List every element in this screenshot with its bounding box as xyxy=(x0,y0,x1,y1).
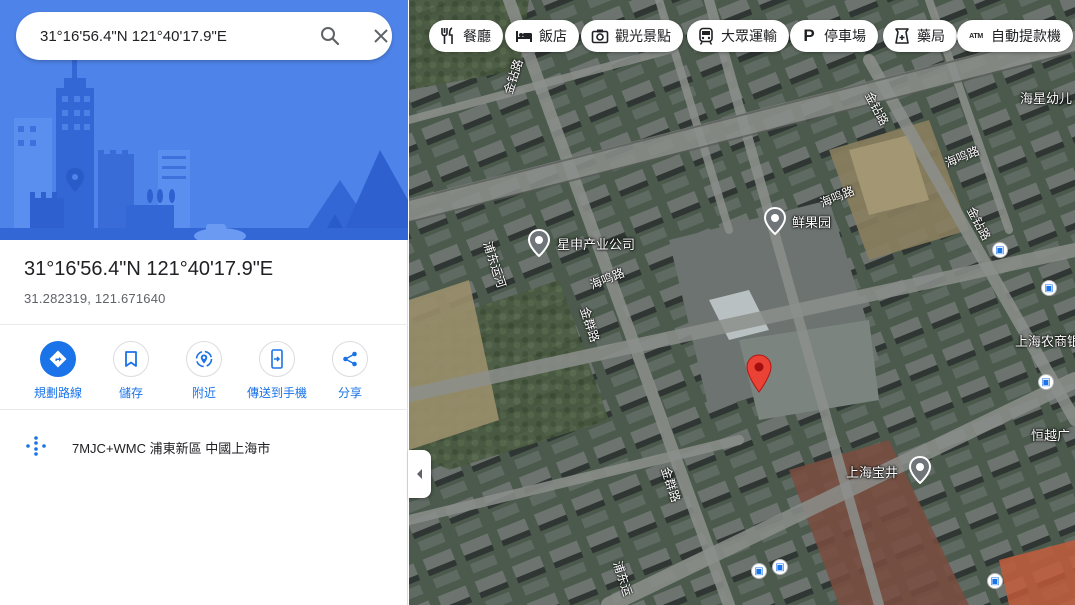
send-to-phone-label: 傳送到手機 xyxy=(246,386,307,400)
side-panel: 31°16'56.4"N 121°40'17.9"E 31.282319, 12… xyxy=(0,0,408,605)
poi-label[interactable]: 鲜果园 xyxy=(792,212,831,231)
bus-stop-icon[interactable]: ▣ xyxy=(1041,280,1057,296)
bus-stop-icon[interactable]: ▣ xyxy=(992,242,1008,258)
share-icon xyxy=(332,341,368,377)
chip-label: 飯店 xyxy=(539,28,567,44)
chip-transit[interactable]: 大眾運輸 xyxy=(687,20,789,52)
nearby-label: 附近 xyxy=(191,386,216,400)
parking-icon: P xyxy=(803,26,815,45)
save-label: 儲存 xyxy=(118,386,143,400)
chip-attractions[interactable]: 觀光景點 xyxy=(581,20,683,52)
decimal-coordinates: 31.282319, 121.671640 xyxy=(24,291,166,306)
place-title: 31°16'56.4"N 121°40'17.9"E xyxy=(24,258,274,280)
chip-pharmacy[interactable]: 藥局 xyxy=(883,20,957,52)
chevron-left-icon xyxy=(416,469,422,479)
search-box xyxy=(16,12,392,60)
transit-icon xyxy=(697,27,715,45)
poi-marker-icon[interactable] xyxy=(763,207,787,235)
chip-atm[interactable]: ATM 自動提款機 xyxy=(957,20,1073,52)
send-to-phone-icon xyxy=(259,341,295,377)
chip-label: 停車場 xyxy=(824,28,866,44)
pharmacy-icon xyxy=(893,27,911,45)
poi-marker-icon[interactable] xyxy=(908,456,932,484)
place-label[interactable]: 海星幼儿 xyxy=(1020,88,1072,107)
bus-stop-icon[interactable]: ▣ xyxy=(1038,374,1054,390)
chip-label: 觀光景點 xyxy=(615,28,671,44)
bus-stop-icon[interactable]: ▣ xyxy=(751,563,767,579)
atm-icon: ATM xyxy=(969,32,983,40)
divider xyxy=(0,324,408,325)
share-button[interactable]: 分享 xyxy=(310,341,390,401)
search-input[interactable] xyxy=(40,12,290,60)
chip-hotels[interactable]: 飯店 xyxy=(505,20,579,52)
location-pin-icon[interactable] xyxy=(745,354,773,394)
bus-stop-icon[interactable]: ▣ xyxy=(987,573,1003,589)
satellite-map[interactable]: 星申产业公司 鲜果园 上海宝井 海星幼儿 上海农商银 恒越广 金钻路 金钻路 海… xyxy=(409,0,1075,605)
chip-label: 大眾運輸 xyxy=(721,28,777,44)
poi-label[interactable]: 星申产业公司 xyxy=(557,234,635,253)
restaurant-icon xyxy=(439,27,457,45)
directions-button[interactable]: 規劃路線 xyxy=(18,341,98,401)
chip-label: 藥局 xyxy=(917,28,945,44)
chip-label: 餐廳 xyxy=(463,28,491,44)
bus-stop-icon[interactable]: ▣ xyxy=(772,559,788,575)
camera-icon xyxy=(591,27,609,45)
chip-parking[interactable]: P 停車場 xyxy=(790,20,878,52)
send-to-phone-button[interactable]: 傳送到手機 xyxy=(237,341,317,401)
place-label[interactable]: 恒越广 xyxy=(1031,425,1070,444)
chip-label: 自動提款機 xyxy=(991,28,1061,44)
plus-code-text: 7MJC+WMC 浦東新區 中國上海市 xyxy=(72,441,271,456)
close-icon[interactable] xyxy=(369,24,393,48)
directions-label: 規劃路線 xyxy=(33,386,82,400)
divider xyxy=(0,409,408,410)
hotel-icon xyxy=(515,27,533,45)
save-button[interactable]: 儲存 xyxy=(91,341,171,401)
plus-code-row[interactable]: 7MJC+WMC 浦東新區 中國上海市 xyxy=(0,424,408,468)
plus-code-icon xyxy=(24,434,48,458)
poi-label[interactable]: 上海宝井 xyxy=(846,462,898,481)
bookmark-icon xyxy=(113,341,149,377)
nearby-button[interactable]: 附近 xyxy=(164,341,244,401)
search-icon[interactable] xyxy=(318,24,342,48)
chip-restaurants[interactable]: 餐廳 xyxy=(429,20,503,52)
share-label: 分享 xyxy=(337,386,362,400)
collapse-panel-button[interactable] xyxy=(408,450,431,498)
poi-marker-icon[interactable] xyxy=(527,229,551,257)
directions-icon xyxy=(40,341,76,377)
nearby-icon xyxy=(186,341,222,377)
place-label[interactable]: 上海农商银 xyxy=(1015,331,1075,350)
